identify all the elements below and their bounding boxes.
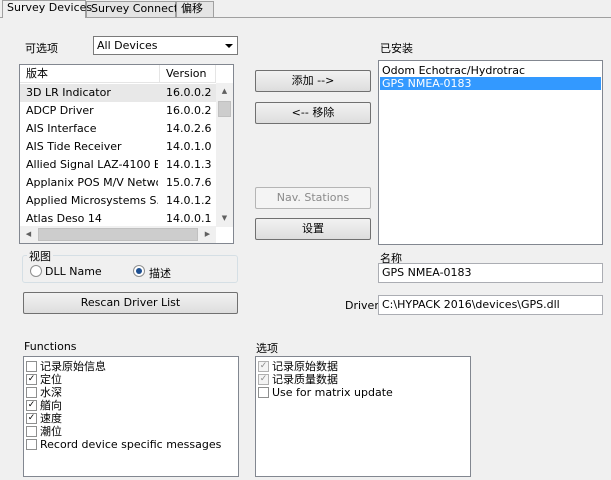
checkbox-icon[interactable]: [26, 361, 37, 372]
radio-dll-name-label: DLL Name: [45, 265, 102, 278]
radio-dll-name[interactable]: [30, 265, 42, 277]
list-item[interactable]: Applied Microsystems S... 14.0.1.2: [20, 192, 216, 210]
driver-label: Driver: [345, 299, 379, 312]
scroll-down-icon[interactable]: ▼: [216, 210, 233, 227]
tab-baseline: [0, 17, 611, 18]
list-item[interactable]: 3D LR Indicator 16.0.0.2: [20, 84, 216, 102]
checkbox-checked-icon[interactable]: ✓: [26, 413, 37, 424]
installed-item-gps[interactable]: GPS NMEA-0183: [380, 77, 601, 90]
available-label: 可选项: [25, 42, 58, 55]
checkbox-icon[interactable]: [258, 387, 269, 398]
list-item[interactable]: AIS Interface 14.0.2.6: [20, 120, 216, 138]
options-label: 选项: [256, 342, 278, 355]
scroll-right-icon[interactable]: ▶: [199, 226, 216, 243]
device-filter-value: All Devices: [97, 39, 158, 52]
column-header-name[interactable]: 版本: [20, 65, 160, 83]
radio-description-label: 描述: [149, 267, 171, 280]
name-field[interactable]: GPS NMEA-0183: [378, 263, 603, 283]
scroll-up-icon[interactable]: ▲: [216, 83, 233, 100]
setup-button[interactable]: 设置: [255, 218, 371, 240]
add-button[interactable]: 添加 -->: [255, 70, 371, 92]
functions-checklist[interactable]: 记录原始信息 ✓ 定位 水深 ✓ 艏向 ✓ 速度 潮位 Record devic…: [23, 356, 239, 477]
checkbox-checked-icon[interactable]: ✓: [258, 361, 269, 372]
checkbox-icon[interactable]: [26, 387, 37, 398]
vertical-scrollbar[interactable]: ▲ ▼: [216, 83, 233, 227]
installed-item-odom[interactable]: Odom Echotrac/Hydrotrac: [380, 64, 601, 77]
checkbox-icon[interactable]: [26, 439, 37, 450]
tab-strip: Survey Devices Survey Connect 偏移: [0, 0, 611, 18]
list-item[interactable]: AIS Tide Receiver 14.0.1.0: [20, 138, 216, 156]
list-item[interactable]: Applanix POS M/V Network 15.0.7.6: [20, 174, 216, 192]
driver-path-field[interactable]: C:\HYPACK 2016\devices\GPS.dll: [378, 295, 603, 315]
options-checklist[interactable]: ✓ 记录原始数据 ✓ 记录质量数据 Use for matrix update: [255, 356, 471, 477]
checkbox-checked-icon[interactable]: ✓: [26, 374, 37, 385]
horizontal-scroll-thumb[interactable]: [38, 228, 198, 241]
view-label: 视图: [27, 248, 53, 264]
chevron-down-icon: [225, 44, 233, 48]
remove-button[interactable]: <-- 移除: [255, 102, 371, 124]
available-devices-list[interactable]: 版本 Version 3D LR Indicator 16.0.0.2 ADCP…: [19, 64, 234, 244]
device-filter-select[interactable]: All Devices: [93, 36, 238, 55]
rescan-driver-list-button[interactable]: Rescan Driver List: [23, 292, 238, 314]
tab-survey-devices[interactable]: Survey Devices: [2, 0, 92, 18]
installed-devices-list[interactable]: Odom Echotrac/Hydrotrac GPS NMEA-0183: [378, 60, 603, 245]
column-header-version[interactable]: Version: [160, 65, 216, 83]
tab-survey-connect[interactable]: Survey Connect: [86, 1, 178, 17]
radio-description[interactable]: [133, 265, 145, 277]
checkbox-checked-icon[interactable]: ✓: [26, 400, 37, 411]
list-item[interactable]: ADCP Driver 16.0.0.2: [20, 102, 216, 120]
tab-offsets[interactable]: 偏移: [176, 1, 214, 17]
installed-label: 已安装: [380, 42, 413, 55]
functions-label: Functions: [24, 340, 77, 353]
nav-stations-button[interactable]: Nav. Stations: [255, 187, 371, 209]
list-item[interactable]: Allied Signal LAZ-4100 E... 14.0.1.3: [20, 156, 216, 174]
scroll-left-icon[interactable]: ◀: [20, 226, 37, 243]
list-header: 版本 Version: [20, 65, 216, 83]
vertical-scroll-thumb[interactable]: [218, 101, 231, 117]
checkbox-checked-icon[interactable]: ✓: [258, 374, 269, 385]
checkbox-icon[interactable]: [26, 426, 37, 437]
horizontal-scrollbar[interactable]: ◀ ▶: [20, 226, 216, 243]
